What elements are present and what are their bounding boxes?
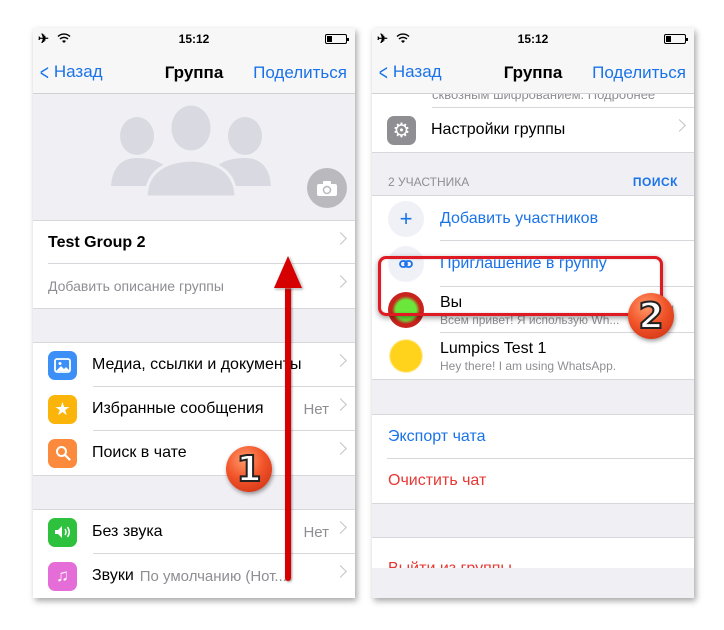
chevron-left-icon: <	[378, 59, 388, 85]
clear-chat-button: Очистить чат	[388, 472, 487, 489]
encryption-text: сквозным шифрованием. Подробнее	[432, 94, 656, 102]
exit-group-row[interactable]: Выйти из группы	[372, 538, 694, 568]
participants-header: 2 УЧАСТНИКА ПОИСК	[372, 152, 694, 195]
invite-link-row[interactable]: Приглашение в группу	[372, 241, 694, 287]
mute-row[interactable]: Без звука Нет	[33, 510, 355, 554]
add-description-row[interactable]: Добавить описание группы	[33, 264, 355, 308]
group-name-row[interactable]: Test Group 2	[33, 220, 355, 264]
back-button[interactable]: < Назад	[38, 59, 103, 85]
group-name: Test Group 2	[48, 233, 146, 251]
chevron-left-icon: <	[39, 59, 49, 85]
star-icon: ★	[48, 394, 77, 424]
starred-value: Нет	[303, 400, 329, 418]
add-description: Добавить описание группы	[48, 278, 224, 294]
participants-count: 2 УЧАСТНИКА	[388, 175, 470, 189]
invite-link-label: Приглашение в группу	[440, 255, 607, 272]
camera-icon	[317, 180, 337, 196]
member-row[interactable]: Lumpics Test 1 Hey there! I am using Wha…	[372, 333, 694, 379]
starred-label: Избранные сообщения	[92, 400, 264, 417]
chevron-right-icon	[334, 521, 347, 534]
chevron-right-icon	[334, 275, 347, 288]
photo-icon	[48, 350, 77, 380]
scroll-arrow-line	[285, 285, 291, 581]
search-icon	[48, 438, 77, 468]
left-screen: ✈ 15:12 < Назад Группа Поделиться Test Gr…	[33, 28, 355, 598]
clock: 15:12	[178, 32, 210, 46]
chevron-right-icon	[334, 232, 347, 245]
search-chat-row[interactable]: Поиск в чате	[33, 431, 355, 475]
sounds-value: По умолчанию (Нот...	[139, 567, 287, 585]
status-bar: ✈ 15:12	[372, 28, 694, 50]
add-participants-row[interactable]: + Добавить участников	[372, 195, 694, 241]
share-button[interactable]: Поделиться	[592, 63, 686, 83]
group-settings-label: Настройки группы	[431, 121, 566, 138]
back-label: Назад	[53, 62, 103, 81]
starred-row[interactable]: ★ Избранные сообщения Нет	[33, 387, 355, 431]
media-row[interactable]: Медиа, ссылки и документы	[33, 343, 355, 387]
step-badge-1: 1	[226, 446, 272, 492]
member-name: Lumpics Test 1	[440, 339, 547, 357]
gear-icon: ⚙	[387, 115, 416, 145]
navigation-bar: < Назад Группа Поделиться	[33, 50, 355, 94]
participants-search-button[interactable]: ПОИСК	[633, 175, 678, 189]
music-note-icon: ♫	[48, 561, 77, 591]
section-gap	[372, 503, 694, 538]
section-gap	[372, 379, 694, 415]
clock: 15:12	[517, 32, 549, 46]
lime-avatar	[388, 292, 424, 328]
chevron-right-icon	[334, 354, 347, 367]
speaker-icon	[48, 517, 77, 547]
section-gap	[33, 475, 355, 510]
member-status: Hey there! I am using WhatsApp.	[440, 358, 617, 373]
group-placeholder-icon	[111, 102, 271, 199]
lemon-avatar	[388, 338, 424, 374]
member-name: Вы	[440, 293, 463, 311]
mute-value: Нет	[303, 523, 329, 541]
exit-group-button: Выйти из группы	[388, 560, 512, 568]
battery-icon	[325, 34, 349, 44]
encryption-row[interactable]: сквозным шифрованием. Подробнее	[372, 94, 694, 108]
chevron-right-icon	[334, 442, 347, 455]
chevron-right-icon	[334, 398, 347, 411]
media-label: Медиа, ссылки и документы	[92, 356, 302, 373]
export-chat-button: Экспорт чата	[388, 428, 486, 445]
group-settings-row[interactable]: ⚙ Настройки группы	[372, 108, 694, 152]
link-icon	[388, 246, 424, 282]
clear-chat-row[interactable]: Очистить чат	[372, 459, 694, 503]
group-photo[interactable]	[33, 94, 355, 220]
status-bar: ✈ 15:12	[33, 28, 355, 50]
sounds-label: Звуки	[92, 567, 134, 584]
sounds-row[interactable]: ♫ Звуки По умолчанию (Нот...	[33, 554, 355, 598]
add-participants-label: Добавить участников	[440, 209, 599, 227]
battery-icon	[664, 34, 688, 44]
arrow-up-icon	[274, 256, 302, 288]
search-chat-label: Поиск в чате	[92, 444, 187, 461]
step-badge-2: 2	[628, 293, 674, 339]
mute-label: Без звука	[92, 523, 163, 540]
section-gap	[33, 308, 355, 343]
back-label: Назад	[392, 62, 442, 81]
back-button[interactable]: < Назад	[377, 59, 442, 85]
share-button[interactable]: Поделиться	[253, 63, 347, 83]
camera-button[interactable]	[307, 168, 347, 208]
navigation-bar: < Назад Группа Поделиться	[372, 50, 694, 94]
chevron-right-icon	[673, 119, 686, 132]
member-status: Всем привет! Я использую Wh...	[440, 312, 620, 327]
export-chat-row[interactable]: Экспорт чата	[372, 415, 694, 459]
plus-icon: +	[388, 200, 424, 237]
chevron-right-icon	[334, 565, 347, 578]
